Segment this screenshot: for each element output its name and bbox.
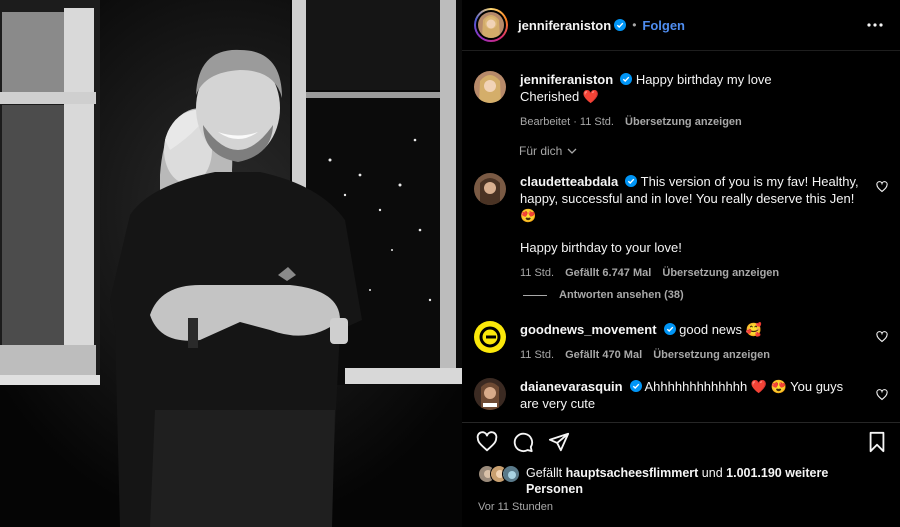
liker-avatar bbox=[502, 465, 520, 483]
chevron-down-icon bbox=[567, 148, 577, 154]
caption-text: Happy birthday my love bbox=[635, 72, 772, 87]
comment-text-extra: Happy birthday to your love! bbox=[520, 240, 682, 255]
follow-button[interactable]: Folgen bbox=[642, 18, 685, 33]
verified-icon bbox=[625, 175, 638, 187]
bookmark-icon[interactable] bbox=[866, 431, 888, 453]
post-timestamp[interactable]: Vor 11 Stunden bbox=[478, 501, 553, 513]
caption: jenniferaniston Happy birthday my love C… bbox=[474, 71, 874, 131]
replies-label: Antworten ansehen (38) bbox=[559, 289, 684, 301]
likes-connector: und bbox=[701, 466, 723, 480]
likes-summary[interactable]: Gefällt hauptsacheesflimmert und 1.001.1… bbox=[478, 465, 866, 497]
share-icon[interactable] bbox=[548, 431, 570, 453]
photo-illustration bbox=[0, 0, 462, 527]
comment-likes-count[interactable]: Gefällt 470 Mal bbox=[565, 349, 642, 361]
comments-section[interactable]: jenniferaniston Happy birthday my love C… bbox=[462, 50, 900, 422]
likes-prefix: Gefällt bbox=[526, 466, 563, 480]
caption-text-line2: Cherished ❤️ bbox=[520, 89, 600, 104]
comment-username[interactable]: daianevarasquin bbox=[520, 379, 623, 394]
heart-icon[interactable] bbox=[476, 431, 498, 453]
comment-time: 11 Std. bbox=[520, 267, 555, 279]
author-username[interactable]: jenniferaniston bbox=[518, 18, 611, 33]
comment-likes-count[interactable]: Gefällt 6.747 Mal bbox=[565, 267, 651, 279]
comment-item: claudetteabdala This version of you is m… bbox=[474, 173, 874, 282]
heart-icon[interactable] bbox=[876, 181, 888, 193]
post-actions: Gefällt hauptsacheesflimmert und 1.001.1… bbox=[462, 422, 900, 527]
heart-icon[interactable] bbox=[876, 331, 888, 343]
comment-time: 11 Std. bbox=[520, 349, 555, 361]
post-side-panel: jenniferaniston • Folgen jenniferaniston… bbox=[462, 0, 900, 527]
verified-icon bbox=[629, 380, 642, 392]
comment-username[interactable]: goodnews_movement bbox=[520, 322, 657, 337]
verified-icon bbox=[614, 19, 627, 31]
caption-avatar[interactable] bbox=[474, 71, 506, 103]
author-avatar-ring[interactable] bbox=[474, 8, 508, 42]
author-avatar[interactable] bbox=[478, 12, 504, 38]
comment-avatar[interactable] bbox=[474, 321, 506, 353]
comment-icon[interactable] bbox=[512, 431, 534, 453]
comment-item: goodnews_movement good news 🥰 11 Std. Ge… bbox=[474, 321, 874, 364]
header-separator: • bbox=[632, 18, 637, 32]
comment-translate-link[interactable]: Übersetzung anzeigen bbox=[662, 267, 779, 279]
verified-icon bbox=[620, 73, 633, 85]
comment-avatar[interactable] bbox=[474, 173, 506, 205]
caption-username[interactable]: jenniferaniston bbox=[520, 72, 613, 87]
caption-edited: Bearbeitet · 11 Std. bbox=[520, 116, 614, 128]
post-header: jenniferaniston • Folgen bbox=[462, 0, 900, 50]
comment-item: daianevarasquin Ahhhhhhhhhhhhh ❤️ 😍 You … bbox=[474, 378, 874, 412]
more-options-icon[interactable] bbox=[866, 16, 884, 34]
comment-text: good news 🥰 bbox=[679, 322, 762, 337]
liker-avatars bbox=[478, 465, 522, 483]
post-photo[interactable] bbox=[0, 0, 462, 527]
replies-divider bbox=[523, 294, 547, 296]
view-replies-link[interactable]: Antworten ansehen (38) bbox=[523, 289, 684, 301]
caption-translate-link[interactable]: Übersetzung anzeigen bbox=[625, 116, 742, 128]
post-dialog: jenniferaniston • Folgen jenniferaniston… bbox=[0, 0, 900, 527]
heart-icon[interactable] bbox=[876, 389, 888, 401]
sort-dropdown[interactable]: Für dich bbox=[519, 144, 577, 158]
comment-avatar[interactable] bbox=[474, 378, 506, 410]
sort-label: Für dich bbox=[519, 144, 563, 158]
verified-icon bbox=[663, 323, 676, 335]
comment-translate-link[interactable]: Übersetzung anzeigen bbox=[653, 349, 770, 361]
likes-user[interactable]: hauptsacheesflimmert bbox=[566, 466, 699, 480]
comment-username[interactable]: claudetteabdala bbox=[520, 174, 618, 189]
